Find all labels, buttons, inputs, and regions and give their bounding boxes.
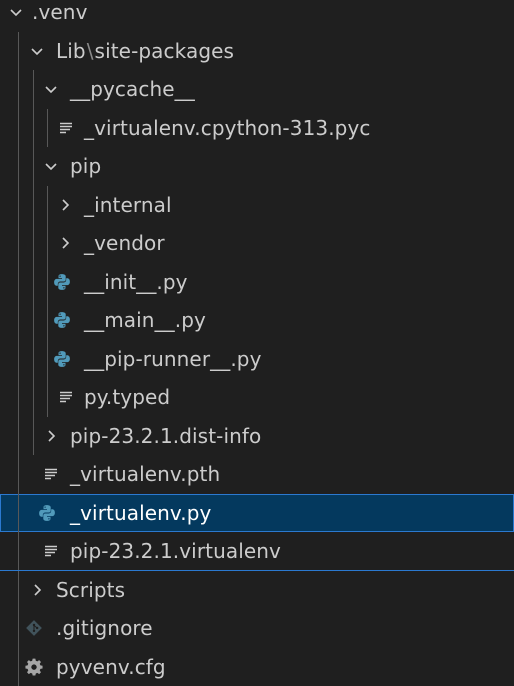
tree-item-lib-site-packages-folder[interactable]: Lib\site-packages <box>0 32 514 71</box>
indent-guide <box>18 494 19 533</box>
indent-guide <box>33 186 34 225</box>
tree-item-label: _virtualenv.pth <box>70 455 220 494</box>
indent-guide <box>33 109 34 148</box>
tree-item-pycache-folder[interactable]: __pycache__ <box>0 70 514 109</box>
tree-item-init-py-file[interactable]: __init__.py <box>0 263 514 302</box>
indent-guide <box>47 109 48 148</box>
file-explorer-tree: .venv Lib\site-packages __pycache__ _vir… <box>0 0 514 686</box>
file-lines-icon <box>40 532 62 571</box>
tree-item-py-typed-file[interactable]: py.typed <box>0 378 514 417</box>
tree-item-pip-folder[interactable]: pip <box>0 147 514 186</box>
tree-item-label: __pip-runner__.py <box>84 340 262 379</box>
tree-item-internal-folder[interactable]: _internal <box>0 186 514 225</box>
indent-guide <box>33 301 34 340</box>
tree-item-pip-virtualenv-file[interactable]: pip-23.2.1.virtualenv <box>0 532 514 571</box>
indent-guide <box>18 455 19 494</box>
indent-guide <box>18 224 19 263</box>
tree-item-label: __main__.py <box>84 301 206 340</box>
indent-guide <box>33 417 34 456</box>
indent-guide <box>18 609 19 648</box>
tree-item-label: _vendor <box>84 224 165 263</box>
tree-item-label: _virtualenv.cpython-313.pyc <box>84 109 371 148</box>
chevron-right-icon[interactable] <box>26 571 48 610</box>
tree-item-label: _virtualenv.py <box>70 494 212 533</box>
tree-item-venv-folder[interactable]: .venv <box>0 0 514 32</box>
indent-guide <box>33 147 34 186</box>
indent-guide <box>33 340 34 379</box>
python-icon <box>51 263 73 302</box>
python-icon <box>51 301 73 340</box>
file-lines-icon <box>40 455 62 494</box>
indent-guide <box>18 32 19 71</box>
indent-guide <box>47 378 48 417</box>
tree-item-label: pip-23.2.1.virtualenv <box>70 532 281 571</box>
file-lines-icon <box>55 378 77 417</box>
indent-guide <box>18 417 19 456</box>
tree-item-label: Scripts <box>56 571 125 610</box>
path-segment-lib: Lib <box>56 39 86 63</box>
tree-item-virtualenv-pyc-file[interactable]: _virtualenv.cpython-313.pyc <box>0 109 514 148</box>
indent-guide <box>47 340 48 379</box>
indent-guide <box>33 70 34 109</box>
chevron-down-icon[interactable] <box>40 70 62 109</box>
tree-item-label: pip <box>70 147 101 186</box>
indent-guide <box>47 186 48 225</box>
tree-item-label: pip-23.2.1.dist-info <box>70 417 261 456</box>
tree-item-vendor-folder[interactable]: _vendor <box>0 224 514 263</box>
indent-guide <box>18 301 19 340</box>
path-separator: \ <box>87 39 94 63</box>
gear-icon <box>23 648 45 686</box>
tree-item-pip-dist-info-folder[interactable]: pip-23.2.1.dist-info <box>0 417 514 456</box>
git-icon <box>23 609 45 648</box>
chevron-down-icon[interactable] <box>26 32 48 71</box>
indent-guide <box>18 147 19 186</box>
tree-item-label: __init__.py <box>84 263 188 302</box>
tree-item-scripts-folder[interactable]: Scripts <box>0 571 514 610</box>
chevron-down-icon[interactable] <box>5 0 27 32</box>
tree-item-pyvenv-cfg-file[interactable]: pyvenv.cfg <box>0 648 514 686</box>
tree-item-virtualenv-py-file[interactable]: _virtualenv.py <box>0 494 514 533</box>
tree-item-label: _internal <box>84 186 172 225</box>
indent-guide <box>33 263 34 302</box>
tree-item-label: .gitignore <box>56 609 153 648</box>
tree-item-gitignore-file[interactable]: .gitignore <box>0 609 514 648</box>
tree-item-label: .venv <box>32 0 88 32</box>
indent-guide <box>18 70 19 109</box>
indent-guide <box>47 301 48 340</box>
indent-guide <box>18 109 19 148</box>
indent-guide <box>18 340 19 379</box>
indent-guide <box>18 186 19 225</box>
indent-guide <box>33 378 34 417</box>
indent-guide <box>18 571 19 610</box>
indent-guide <box>18 532 19 571</box>
tree-item-main-py-file[interactable]: __main__.py <box>0 301 514 340</box>
chevron-right-icon[interactable] <box>54 186 76 225</box>
tree-item-virtualenv-pth-file[interactable]: _virtualenv.pth <box>0 455 514 494</box>
chevron-right-icon[interactable] <box>54 224 76 263</box>
indent-guide <box>18 263 19 302</box>
path-segment-site-packages: site-packages <box>95 39 235 63</box>
tree-item-label: Lib\site-packages <box>56 32 234 71</box>
file-lines-icon <box>55 109 77 148</box>
tree-item-label: __pycache__ <box>70 70 195 109</box>
chevron-right-icon[interactable] <box>40 417 62 456</box>
tree-item-label: py.typed <box>84 378 170 417</box>
chevron-down-icon[interactable] <box>40 147 62 186</box>
tree-item-label: pyvenv.cfg <box>56 648 166 686</box>
tree-item-pip-runner-py-file[interactable]: __pip-runner__.py <box>0 340 514 379</box>
indent-guide <box>18 648 19 686</box>
python-icon <box>51 340 73 379</box>
indent-guide <box>47 224 48 263</box>
indent-guide <box>33 224 34 263</box>
indent-guide <box>47 263 48 302</box>
indent-guide <box>18 378 19 417</box>
python-icon <box>36 494 58 533</box>
